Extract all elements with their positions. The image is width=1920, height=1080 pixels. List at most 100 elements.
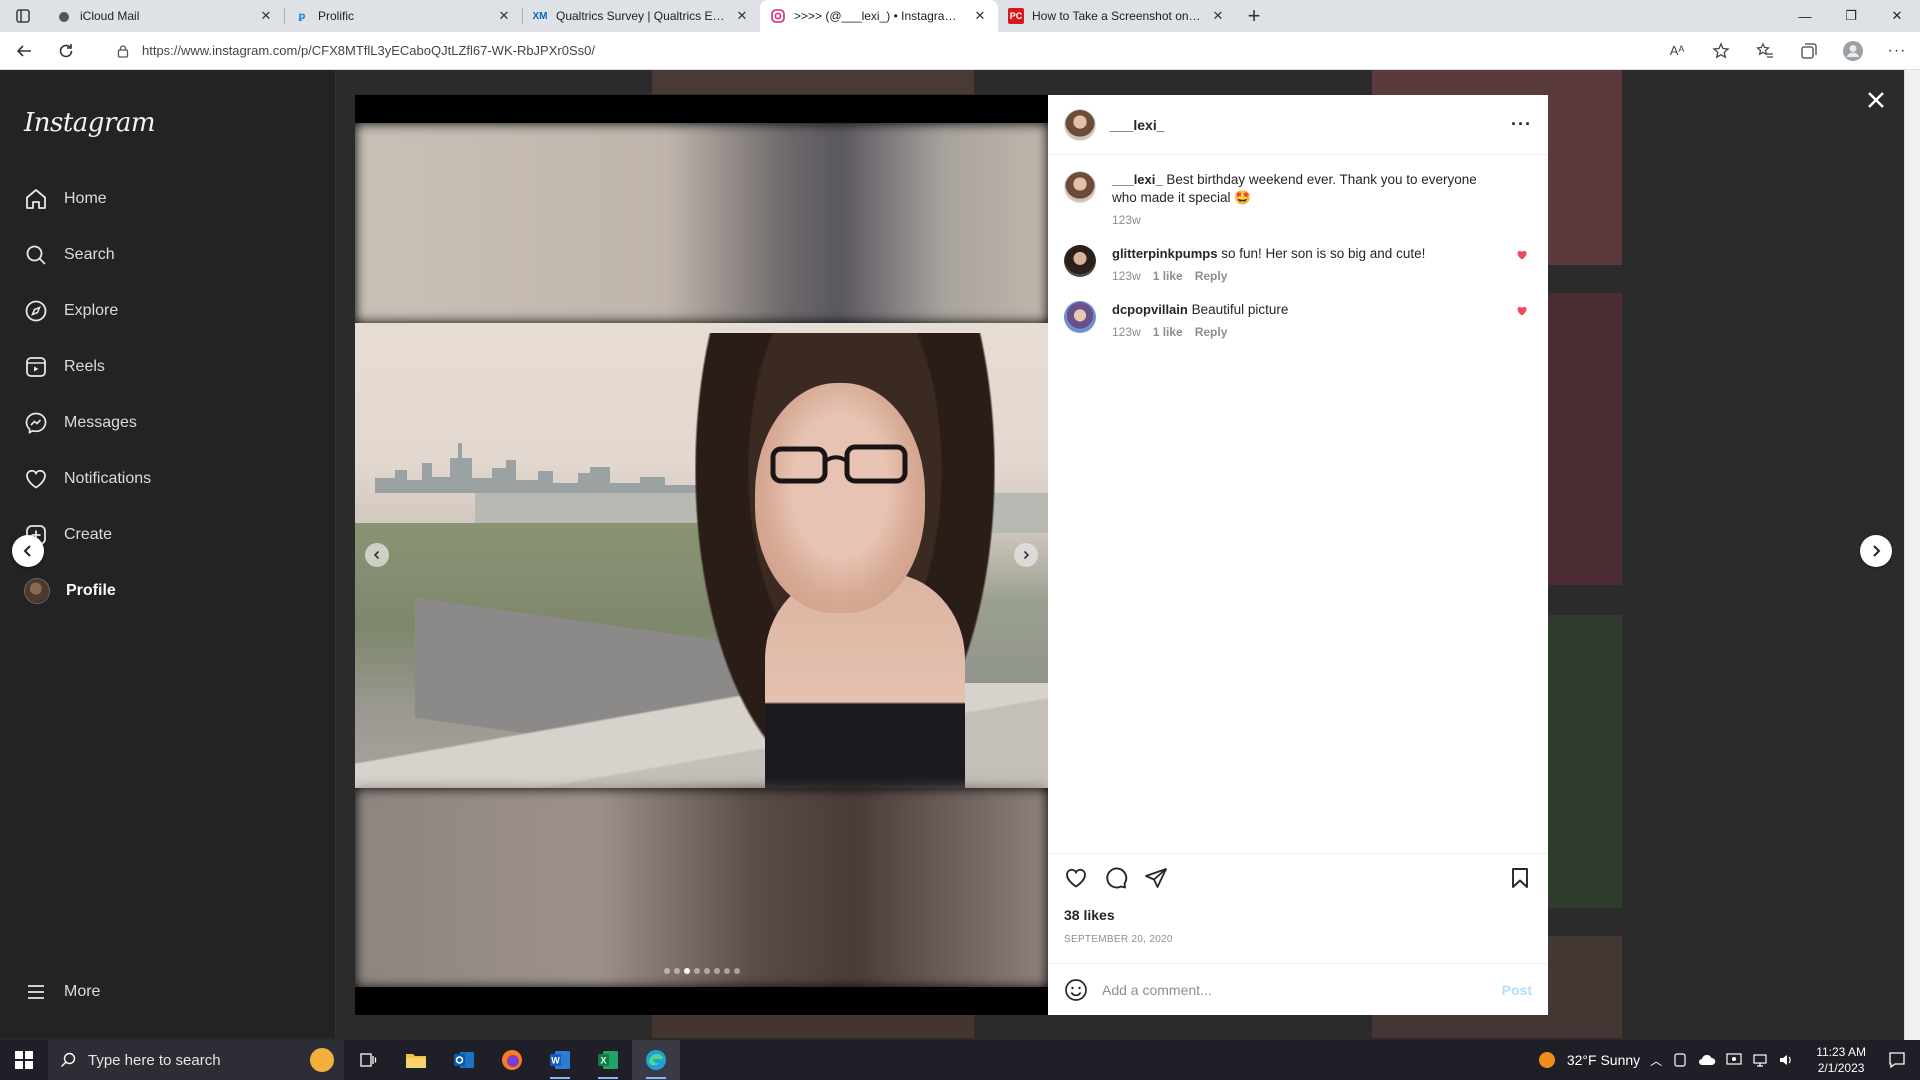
carousel-dot (703, 968, 710, 974)
caption-time[interactable]: 123w (1112, 213, 1141, 227)
post-date[interactable]: SEPTEMBER 20, 2020 (1064, 934, 1173, 945)
start-button[interactable] (0, 1040, 48, 1080)
photo-blur-band (355, 123, 1048, 323)
minimize-button[interactable]: — (1782, 0, 1828, 32)
read-aloud-button[interactable]: Aᴬ (1662, 36, 1692, 66)
new-tab-button[interactable]: + (1236, 0, 1272, 32)
volume-icon[interactable] (1778, 1052, 1794, 1068)
file-explorer-button[interactable] (392, 1040, 440, 1080)
tab-close-icon[interactable]: ✕ (496, 8, 512, 24)
tab-close-icon[interactable]: ✕ (734, 8, 750, 24)
comment-time[interactable]: 123w (1112, 325, 1141, 339)
word-button[interactable]: W (536, 1040, 584, 1080)
clock[interactable]: 11:23 AM 2/1/2023 (1816, 1044, 1866, 1076)
weather-text[interactable]: 32°F Sunny (1567, 1052, 1640, 1068)
sidebar-item-profile[interactable]: Profile (24, 577, 116, 605)
weather-sun-icon[interactable] (1537, 1050, 1557, 1070)
chevron-up-icon[interactable]: ︿ (1650, 1052, 1662, 1069)
carousel-prev-button[interactable] (365, 543, 389, 567)
avatar[interactable] (1064, 171, 1096, 203)
comment-icon[interactable] (1104, 866, 1128, 890)
sidebar-item-home[interactable]: Home (24, 185, 107, 213)
collections-button[interactable] (1794, 36, 1824, 66)
tab-close-icon[interactable]: ✕ (1210, 8, 1226, 24)
avatar[interactable] (1064, 108, 1096, 141)
tab-close-icon[interactable]: ✕ (972, 8, 988, 24)
profile-button[interactable] (1838, 36, 1868, 66)
sidebar-item-messages[interactable]: Messages (24, 409, 137, 437)
avatar (24, 578, 50, 604)
sidebar-item-explore[interactable]: Explore (24, 297, 118, 325)
tab-instagram[interactable]: >>>> (@___lexi_) • Instagram p ✕ (760, 0, 998, 32)
tab-actions-button[interactable] (0, 0, 46, 32)
collections-icon (1801, 42, 1817, 59)
meet-now-icon[interactable] (1672, 1052, 1688, 1068)
post-photo[interactable] (355, 123, 1048, 987)
sidebar-item-search[interactable]: Search (24, 241, 115, 269)
comment-input[interactable]: Add a comment... (1102, 982, 1212, 998)
network-icon[interactable] (1752, 1052, 1768, 1068)
avatar[interactable] (1064, 245, 1096, 277)
restore-button[interactable]: ❐ (1828, 0, 1874, 32)
carousel-dot (713, 968, 720, 974)
display-icon[interactable] (1726, 1052, 1742, 1068)
comment-likes[interactable]: 1 like (1153, 325, 1183, 339)
firefox-button[interactable] (488, 1040, 536, 1080)
outlook-button[interactable] (440, 1040, 488, 1080)
avatar[interactable] (1064, 301, 1096, 333)
share-icon[interactable] (1144, 866, 1168, 890)
caption-username[interactable]: ___lexi_ (1112, 172, 1163, 187)
close-window-button[interactable]: ✕ (1874, 0, 1920, 32)
tab-icloud-mail[interactable]: iCloud Mail ✕ (46, 0, 284, 32)
task-view-button[interactable] (344, 1040, 392, 1080)
onedrive-cloud-icon[interactable] (1698, 1053, 1716, 1067)
sidebar-item-notifications[interactable]: Notifications (24, 465, 151, 493)
carousel-next-button[interactable] (1014, 543, 1038, 567)
likes-count[interactable]: 38 likes (1064, 907, 1115, 923)
emoji-icon[interactable] (1064, 978, 1088, 1002)
word-icon: W (550, 1051, 570, 1069)
svg-text:W: W (551, 1056, 560, 1066)
settings-more-button[interactable]: ··· (1882, 36, 1912, 66)
comment-username[interactable]: dcpopvillain (1112, 302, 1188, 317)
like-heart-icon[interactable] (1064, 866, 1088, 890)
svg-text:X: X (600, 1056, 606, 1066)
url-text[interactable]: https://www.instagram.com/p/CFX8MTflL3yE… (142, 43, 595, 58)
tab-qualtrics[interactable]: XM Qualtrics Survey | Qualtrics Exper ✕ (522, 0, 760, 32)
bookmark-icon[interactable] (1508, 866, 1532, 890)
tab-close-icon[interactable]: ✕ (258, 8, 274, 24)
reply-button[interactable]: Reply (1195, 269, 1228, 283)
reply-button[interactable]: Reply (1195, 325, 1228, 339)
refresh-button[interactable] (48, 36, 84, 66)
page-scrollbar[interactable] (1904, 70, 1920, 1040)
comment-time[interactable]: 123w (1112, 269, 1141, 283)
notification-center-icon[interactable] (1888, 1051, 1906, 1069)
comment-likes[interactable]: 1 like (1153, 269, 1183, 283)
windows-taskbar: Type here to search W X 32°F Sunny ︿ 11:… (0, 1040, 1920, 1080)
taskbar-search[interactable]: Type here to search (48, 1040, 344, 1080)
previous-post-button[interactable] (12, 535, 44, 567)
caption: ___lexi_ Best birthday weekend ever. Tha… (1064, 171, 1532, 227)
add-favorite-button[interactable] (1706, 36, 1736, 66)
post-comment-button[interactable]: Post (1502, 982, 1532, 998)
tab-pcmag[interactable]: PC How to Take a Screenshot on An ✕ (998, 0, 1236, 32)
lock-icon[interactable] (116, 44, 130, 58)
next-post-button[interactable] (1860, 535, 1892, 567)
url-bar[interactable]: https://www.instagram.com/p/CFX8MTflL3yE… (104, 36, 1704, 66)
post-username[interactable]: ___lexi_ (1110, 117, 1165, 133)
liked-heart-icon[interactable] (1516, 305, 1528, 317)
excel-button[interactable]: X (584, 1040, 632, 1080)
edge-button[interactable] (632, 1040, 680, 1080)
close-modal-button[interactable] (1862, 86, 1890, 114)
favorites-button[interactable] (1750, 36, 1780, 66)
sidebar-item-more[interactable]: More (24, 978, 100, 1006)
sidebar-item-label: Reels (64, 358, 105, 375)
sidebar-item-reels[interactable]: Reels (24, 353, 105, 381)
liked-heart-icon[interactable] (1516, 249, 1528, 261)
instagram-logo[interactable]: Instagram (24, 108, 156, 138)
more-options-icon[interactable]: ··· (1511, 114, 1532, 135)
back-button[interactable] (6, 36, 42, 66)
comment-username[interactable]: glitterpinkpumps (1112, 246, 1217, 261)
grid-thumbnail (652, 70, 974, 94)
tab-prolific[interactable]: ꝑ Prolific ✕ (284, 0, 522, 32)
